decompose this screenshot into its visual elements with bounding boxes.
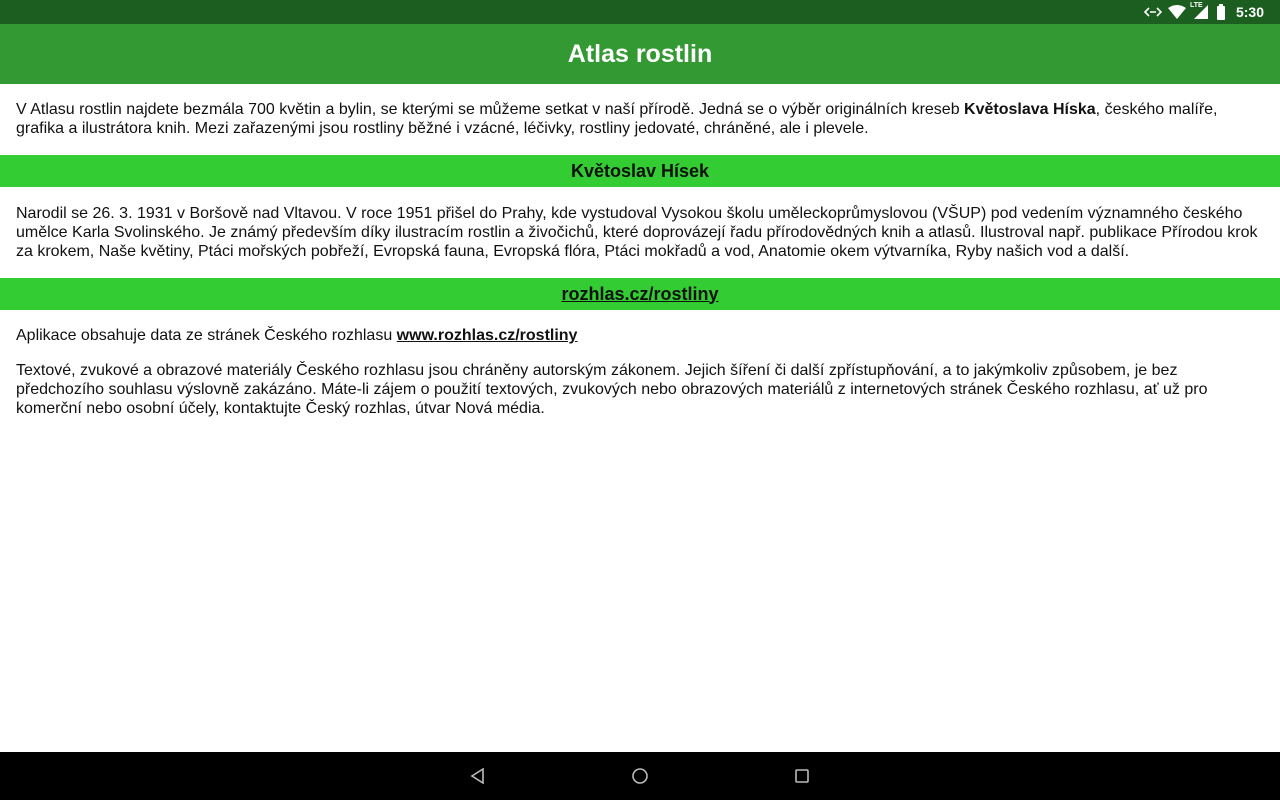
recents-button[interactable] [772,752,832,800]
lte-label: LTE [1189,2,1203,9]
source-header-link[interactable]: rozhlas.cz/rostliny [561,284,718,305]
author-section-header: Květoslav Hísek [0,155,1280,187]
intro-text-before: V Atlasu rostlin najdete bezmála 700 kvě… [16,101,965,118]
copyright-paragraph: Textové, zvukové a obrazové materiály Če… [16,362,1208,417]
status-bar: LTE 5:30 [0,0,1280,24]
content-scroll[interactable]: V Atlasu rostlin najdete bezmála 700 kvě… [0,84,1280,752]
back-button[interactable] [448,752,508,800]
author-section-title: Květoslav Hísek [570,160,710,181]
app-title: Atlas rostlin [567,39,713,68]
app-bar: Atlas rostlin [0,24,1280,84]
rozhlas-link[interactable]: www.rozhlas.cz/rostliny [397,327,578,344]
data-arrows-icon [1143,0,1162,24]
back-icon [470,768,484,784]
intro-paragraph: V Atlasu rostlin najdete bezmála 700 kvě… [0,100,1280,138]
navigation-bar [0,752,1280,800]
author-bio-paragraph: Narodil se 26. 3. 1931 v Boršově nad Vlt… [16,205,1258,260]
status-clock: 5:30 [1235,4,1264,20]
source-section-header: rozhlas.cz/rostliny [0,278,1280,310]
battery-icon [1216,0,1226,24]
source-data-paragraph: Aplikace obsahuje data ze stránek Českéh… [0,326,1280,345]
intro-author-name: Květoslava Híska [964,101,1096,118]
home-button[interactable] [610,752,670,800]
wifi-icon [1167,0,1186,24]
home-icon [632,768,648,784]
lte-signal-icon: LTE [1189,0,1210,24]
recents-icon [795,769,809,783]
source-data-text: Aplikace obsahuje data ze stránek Českéh… [16,327,397,344]
